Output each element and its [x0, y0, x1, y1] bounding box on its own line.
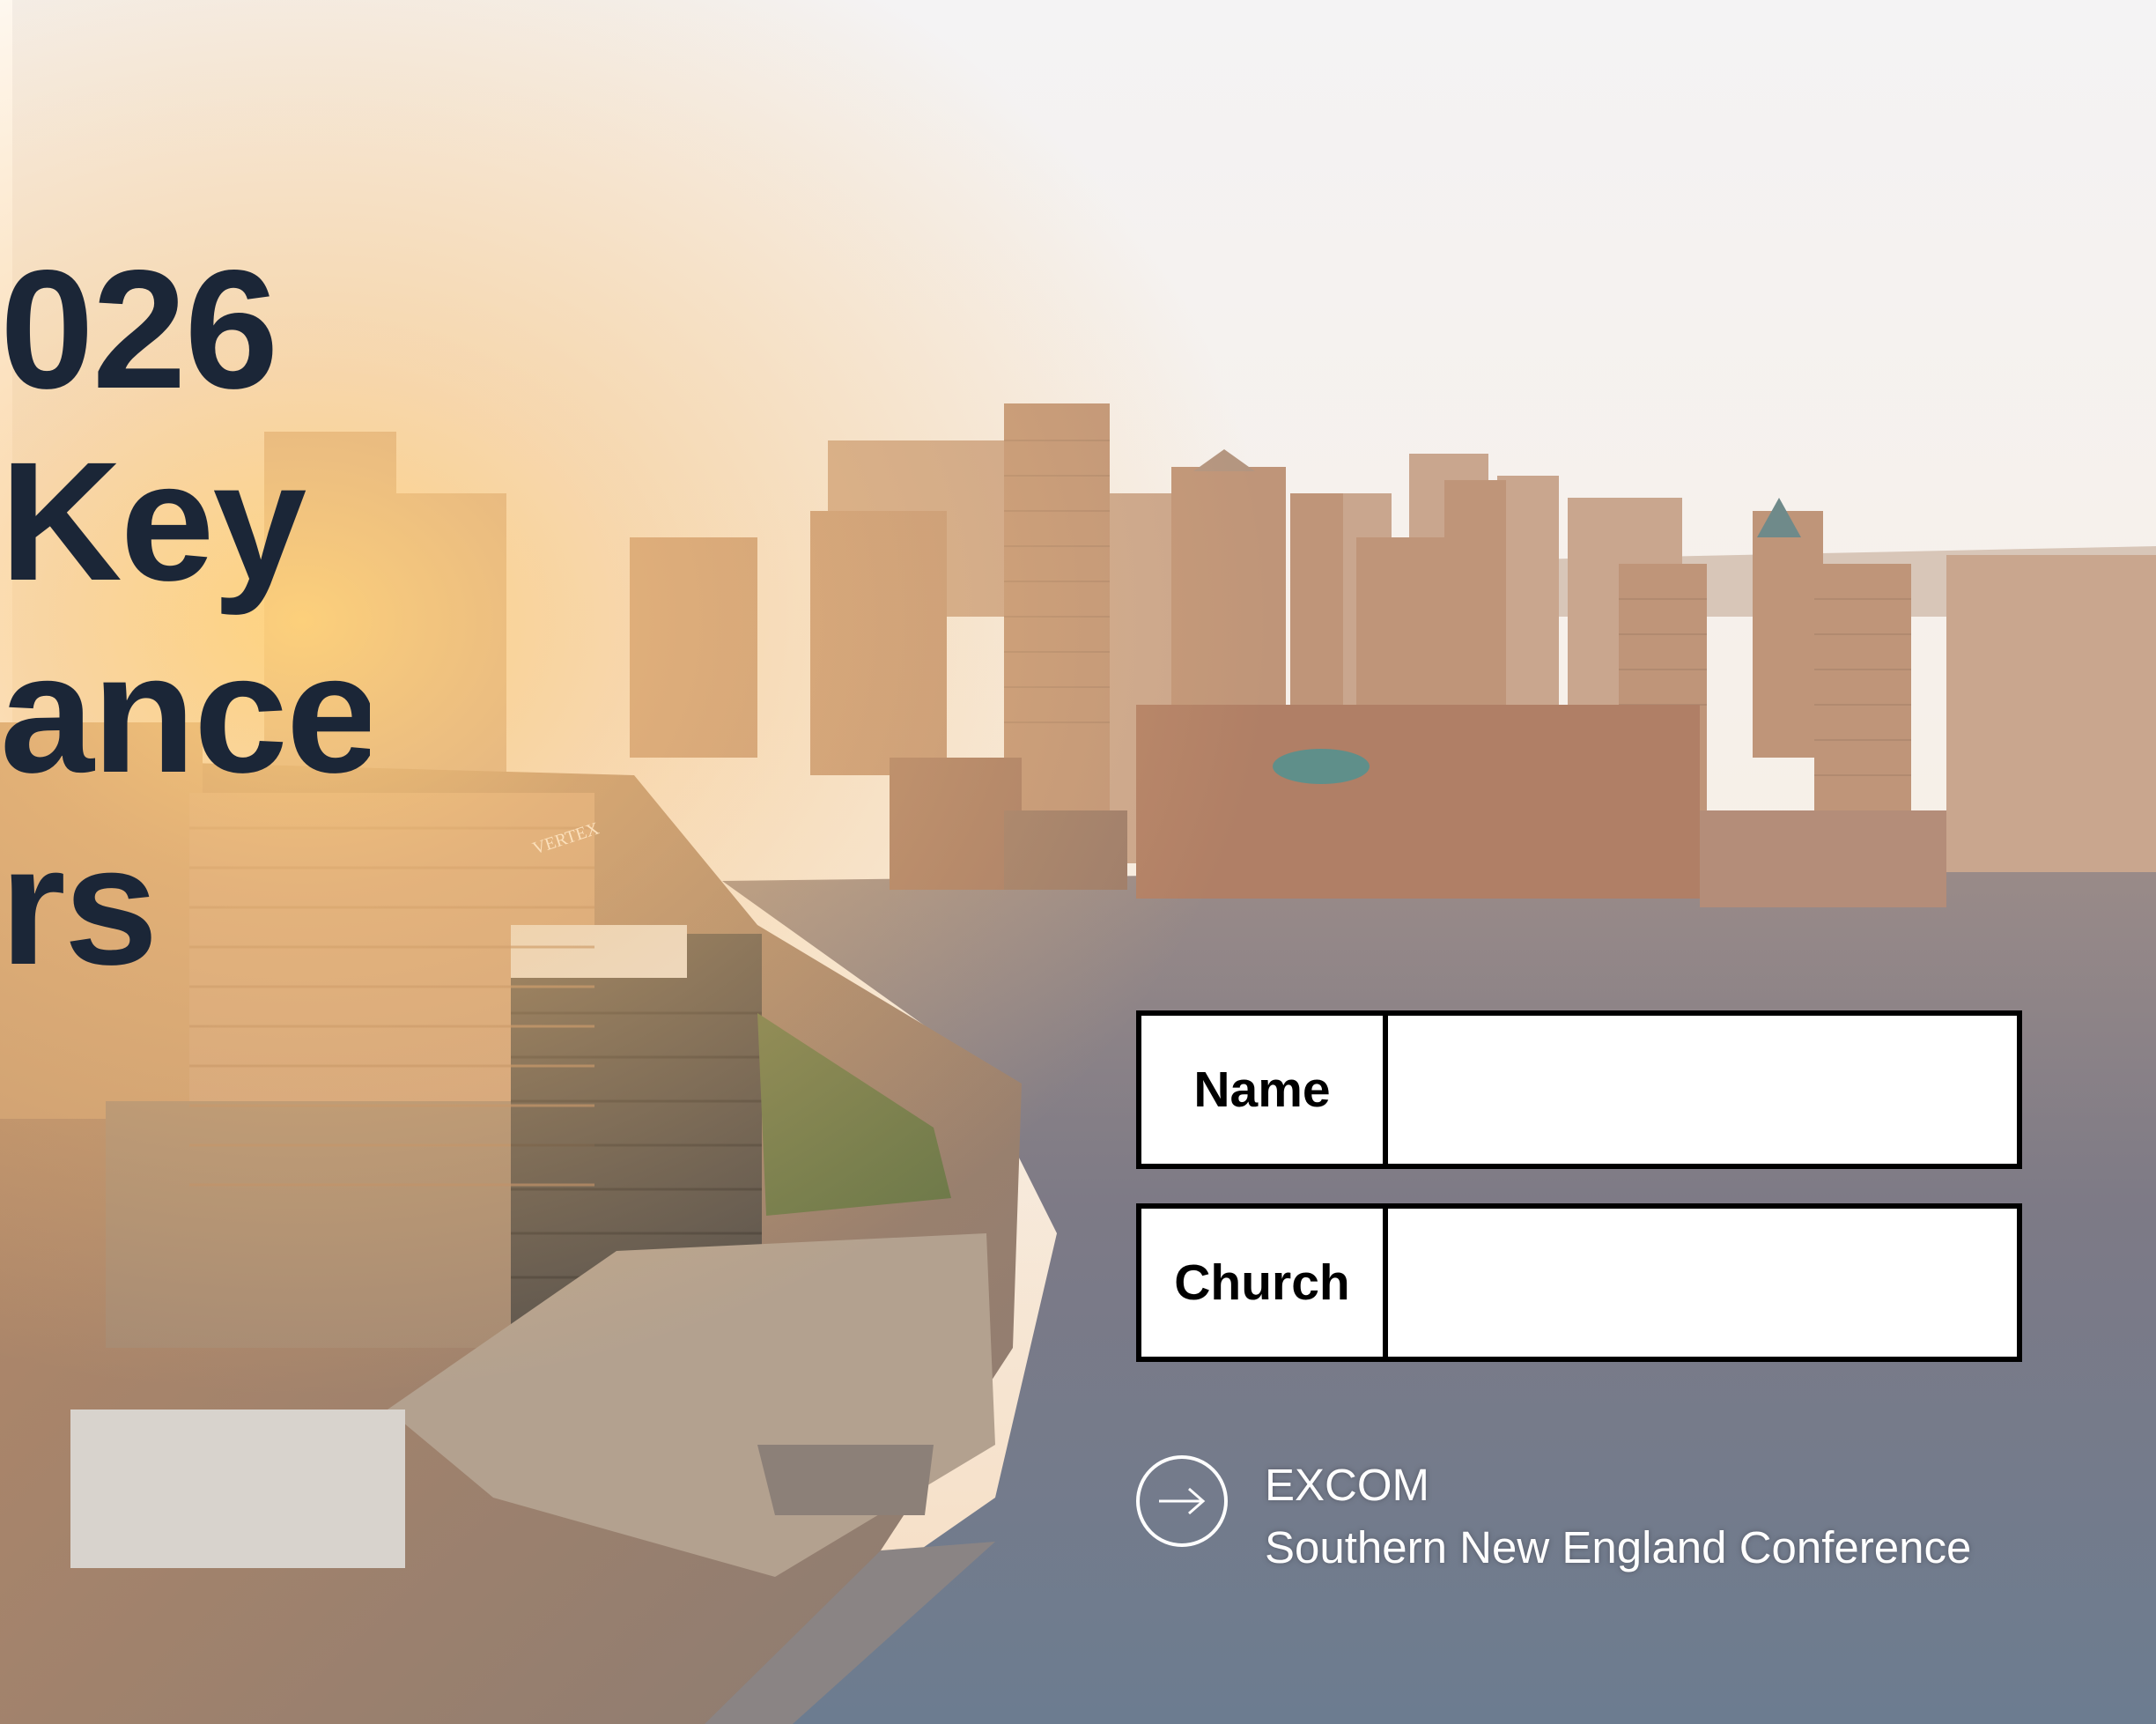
page-headline: 026 Key ance rs: [0, 233, 370, 1002]
arrow-right-icon: [1159, 1487, 1206, 1515]
organization-full-name: Southern New England Conference: [1265, 1522, 1972, 1572]
church-field-row: Church: [1136, 1203, 2022, 1362]
church-input[interactable]: [1388, 1209, 2017, 1357]
church-label: Church: [1141, 1209, 1388, 1357]
footer-text: EXCOM Southern New England Conference: [1265, 1454, 1971, 1579]
name-label: Name: [1141, 1016, 1388, 1164]
organization-footer: EXCOM Southern New England Conference: [1136, 1454, 1971, 1579]
name-field-row: Name: [1136, 1010, 2022, 1169]
headline-line-4: rs: [0, 810, 159, 1000]
headline-line-1: 026: [0, 234, 278, 424]
arrow-right-circle-icon[interactable]: [1136, 1455, 1228, 1547]
name-input[interactable]: [1388, 1016, 2017, 1164]
headline-line-2: Key: [0, 426, 306, 616]
headline-line-3: ance: [0, 618, 370, 808]
organization-short-name: EXCOM: [1265, 1460, 1430, 1510]
